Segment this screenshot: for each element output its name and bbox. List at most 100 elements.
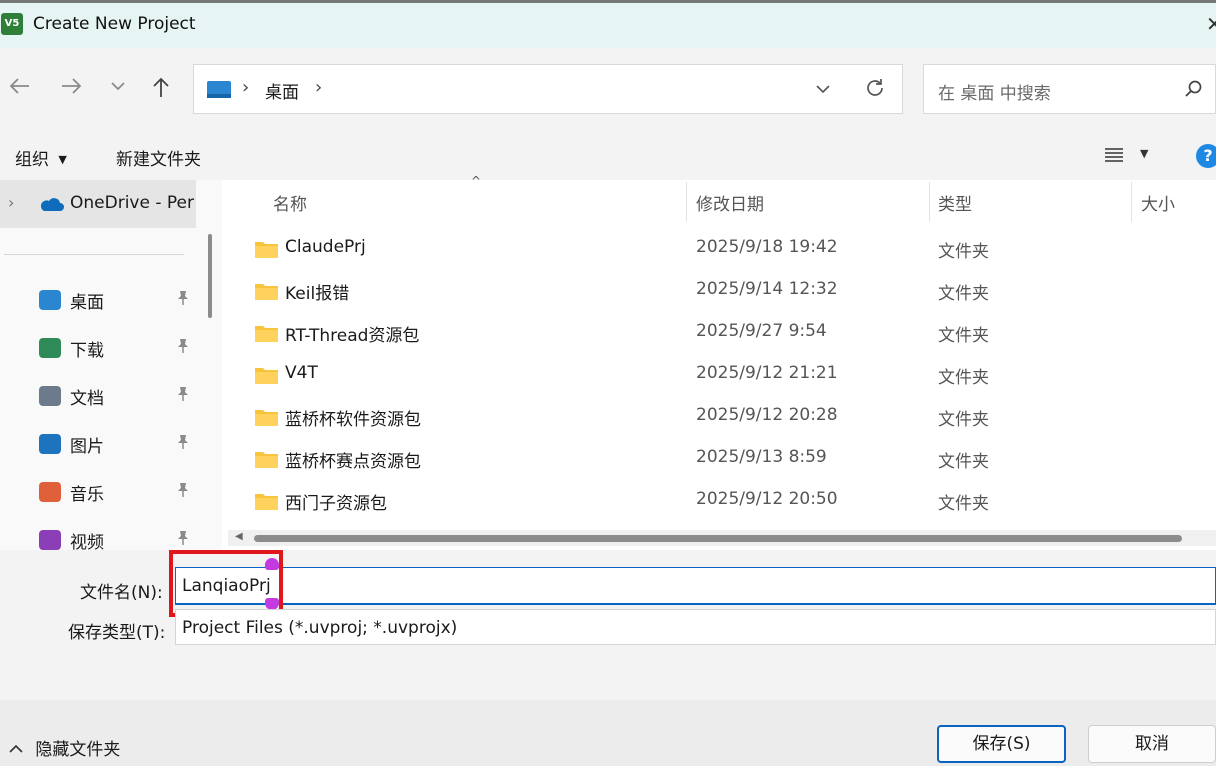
file-date: 2025/9/27 9:54: [696, 321, 827, 341]
folder-icon: [254, 239, 279, 264]
file-name: ClaudePrj: [285, 237, 366, 257]
pin-icon[interactable]: [176, 434, 190, 455]
window-title: Create New Project: [33, 14, 196, 34]
file-date: 2025/9/12 20:28: [696, 405, 838, 425]
file-type: 文件夹: [938, 368, 989, 388]
sort-ascending-icon: ^: [471, 174, 482, 188]
folder-icon: [254, 281, 279, 306]
selection-handle-top[interactable]: [265, 558, 279, 570]
view-dropdown-icon[interactable]: ▼: [1140, 147, 1148, 160]
video-icon: [39, 530, 61, 550]
title-bar: V5 Create New Project ✕: [0, 3, 1216, 48]
pin-icon[interactable]: [176, 338, 190, 359]
sidebar-scrollbar[interactable]: [208, 234, 212, 318]
organize-menu-button[interactable]: 组织 ▼: [15, 145, 67, 170]
file-date: 2025/9/18 19:42: [696, 237, 838, 257]
save-button[interactable]: 保存(S): [937, 725, 1066, 763]
file-row[interactable]: RT-Thread资源包 2025/9/27 9:54 文件夹: [222, 321, 1216, 347]
view-options-icon[interactable]: [1104, 147, 1124, 168]
pin-icon[interactable]: [176, 386, 190, 407]
download-icon: [39, 338, 61, 358]
sidebar-item-document[interactable]: 文档: [0, 384, 200, 410]
breadcrumb-item-desktop[interactable]: 桌面: [265, 78, 299, 103]
document-icon: [39, 386, 61, 406]
folder-icon: [254, 491, 279, 516]
up-icon[interactable]: [146, 76, 176, 98]
sidebar-divider: [4, 254, 184, 255]
column-header-name[interactable]: 名称: [273, 190, 307, 215]
file-row[interactable]: Keil报错 2025/9/14 12:32 文件夹: [222, 279, 1216, 305]
file-name: 蓝桥杯软件资源包: [285, 410, 421, 430]
file-name: Keil报错: [285, 284, 350, 304]
filetype-label: 保存类型(T):: [68, 623, 166, 643]
file-type: 文件夹: [938, 452, 989, 472]
filename-label: 文件名(N):: [80, 583, 163, 603]
horizontal-scrollbar[interactable]: ◀: [228, 530, 1216, 546]
forward-icon[interactable]: [56, 76, 86, 96]
sidebar-item-onedrive[interactable]: › OneDrive - Per: [0, 180, 196, 228]
scrollbar-thumb[interactable]: [254, 535, 1182, 542]
app-icon: V5: [1, 13, 23, 35]
sidebar-item-label: 图片: [70, 437, 104, 457]
column-header-date[interactable]: 修改日期: [696, 190, 764, 215]
column-divider[interactable]: [1131, 182, 1132, 222]
music-icon: [39, 482, 61, 502]
pin-icon[interactable]: [176, 290, 190, 311]
column-header-size[interactable]: 大小: [1141, 190, 1175, 215]
sidebar-item-label: 音乐: [70, 485, 104, 505]
file-date: 2025/9/12 21:21: [696, 363, 838, 383]
file-type: 文件夹: [938, 410, 989, 430]
scroll-left-icon[interactable]: ◀: [235, 531, 243, 542]
file-row[interactable]: 蓝桥杯赛点资源包 2025/9/13 8:59 文件夹: [222, 447, 1216, 473]
pin-icon[interactable]: [176, 482, 190, 503]
sidebar-item-label: 桌面: [70, 293, 104, 313]
search-icon[interactable]: [1184, 79, 1204, 104]
file-name: V4T: [285, 363, 318, 383]
file-row[interactable]: V4T 2025/9/12 21:21 文件夹: [222, 363, 1216, 389]
filetype-select[interactable]: Project Files (*.uvproj; *.uvprojx): [175, 609, 1216, 645]
search-box[interactable]: 在 桌面 中搜索: [923, 64, 1216, 114]
back-icon[interactable]: [5, 76, 35, 96]
refresh-icon[interactable]: [864, 77, 886, 104]
file-type: 文件夹: [938, 242, 989, 262]
address-dropdown-chevron-icon[interactable]: [815, 79, 831, 104]
filename-input[interactable]: LanqiaoPrj: [175, 567, 1216, 605]
file-row[interactable]: 西门子资源包 2025/9/12 20:50 文件夹: [222, 489, 1216, 515]
column-divider[interactable]: [929, 182, 930, 222]
file-name: RT-Thread资源包: [285, 326, 420, 346]
help-icon[interactable]: ?: [1196, 144, 1216, 168]
sidebar-item-pictures[interactable]: 图片: [0, 432, 200, 458]
filetype-value: Project Files (*.uvproj; *.uvprojx): [182, 618, 458, 638]
folder-icon: [254, 407, 279, 432]
breadcrumb-separator-end[interactable]: ›: [315, 77, 322, 98]
pin-icon[interactable]: [176, 530, 190, 551]
file-date: 2025/9/12 20:50: [696, 489, 838, 509]
pictures-icon: [39, 434, 61, 454]
hide-folders-toggle[interactable]: 隐藏文件夹: [8, 735, 120, 760]
cancel-button[interactable]: 取消: [1088, 725, 1216, 763]
desktop-icon: [207, 81, 231, 98]
sidebar-item-music[interactable]: 音乐: [0, 480, 200, 506]
folder-icon: [254, 323, 279, 348]
file-name: 蓝桥杯赛点资源包: [285, 452, 421, 472]
new-folder-button[interactable]: 新建文件夹: [116, 145, 201, 170]
close-icon[interactable]: ✕: [1206, 12, 1216, 36]
folder-icon: [254, 365, 279, 390]
recent-locations-chevron-icon[interactable]: [103, 76, 133, 96]
file-row[interactable]: ClaudePrj 2025/9/18 19:42 文件夹: [222, 237, 1216, 263]
organize-dropdown-icon: ▼: [58, 153, 67, 166]
sidebar-item-download[interactable]: 下载: [0, 336, 200, 362]
sidebar-item-desktop[interactable]: 桌面: [0, 288, 200, 314]
file-type: 文件夹: [938, 494, 989, 514]
file-name: 西门子资源包: [285, 494, 387, 514]
address-bar[interactable]: › 桌面 ›: [193, 64, 903, 114]
column-header-type[interactable]: 类型: [938, 190, 972, 215]
sidebar-item-onedrive-label: OneDrive - Per: [70, 193, 194, 213]
search-placeholder: 在 桌面 中搜索: [938, 84, 1051, 104]
expand-chevron-icon[interactable]: ›: [8, 193, 14, 212]
sidebar-item-label: 下载: [70, 341, 104, 361]
file-row[interactable]: 蓝桥杯软件资源包 2025/9/12 20:28 文件夹: [222, 405, 1216, 431]
file-type: 文件夹: [938, 326, 989, 346]
desktop-icon: [39, 290, 61, 310]
column-divider[interactable]: [686, 182, 687, 222]
